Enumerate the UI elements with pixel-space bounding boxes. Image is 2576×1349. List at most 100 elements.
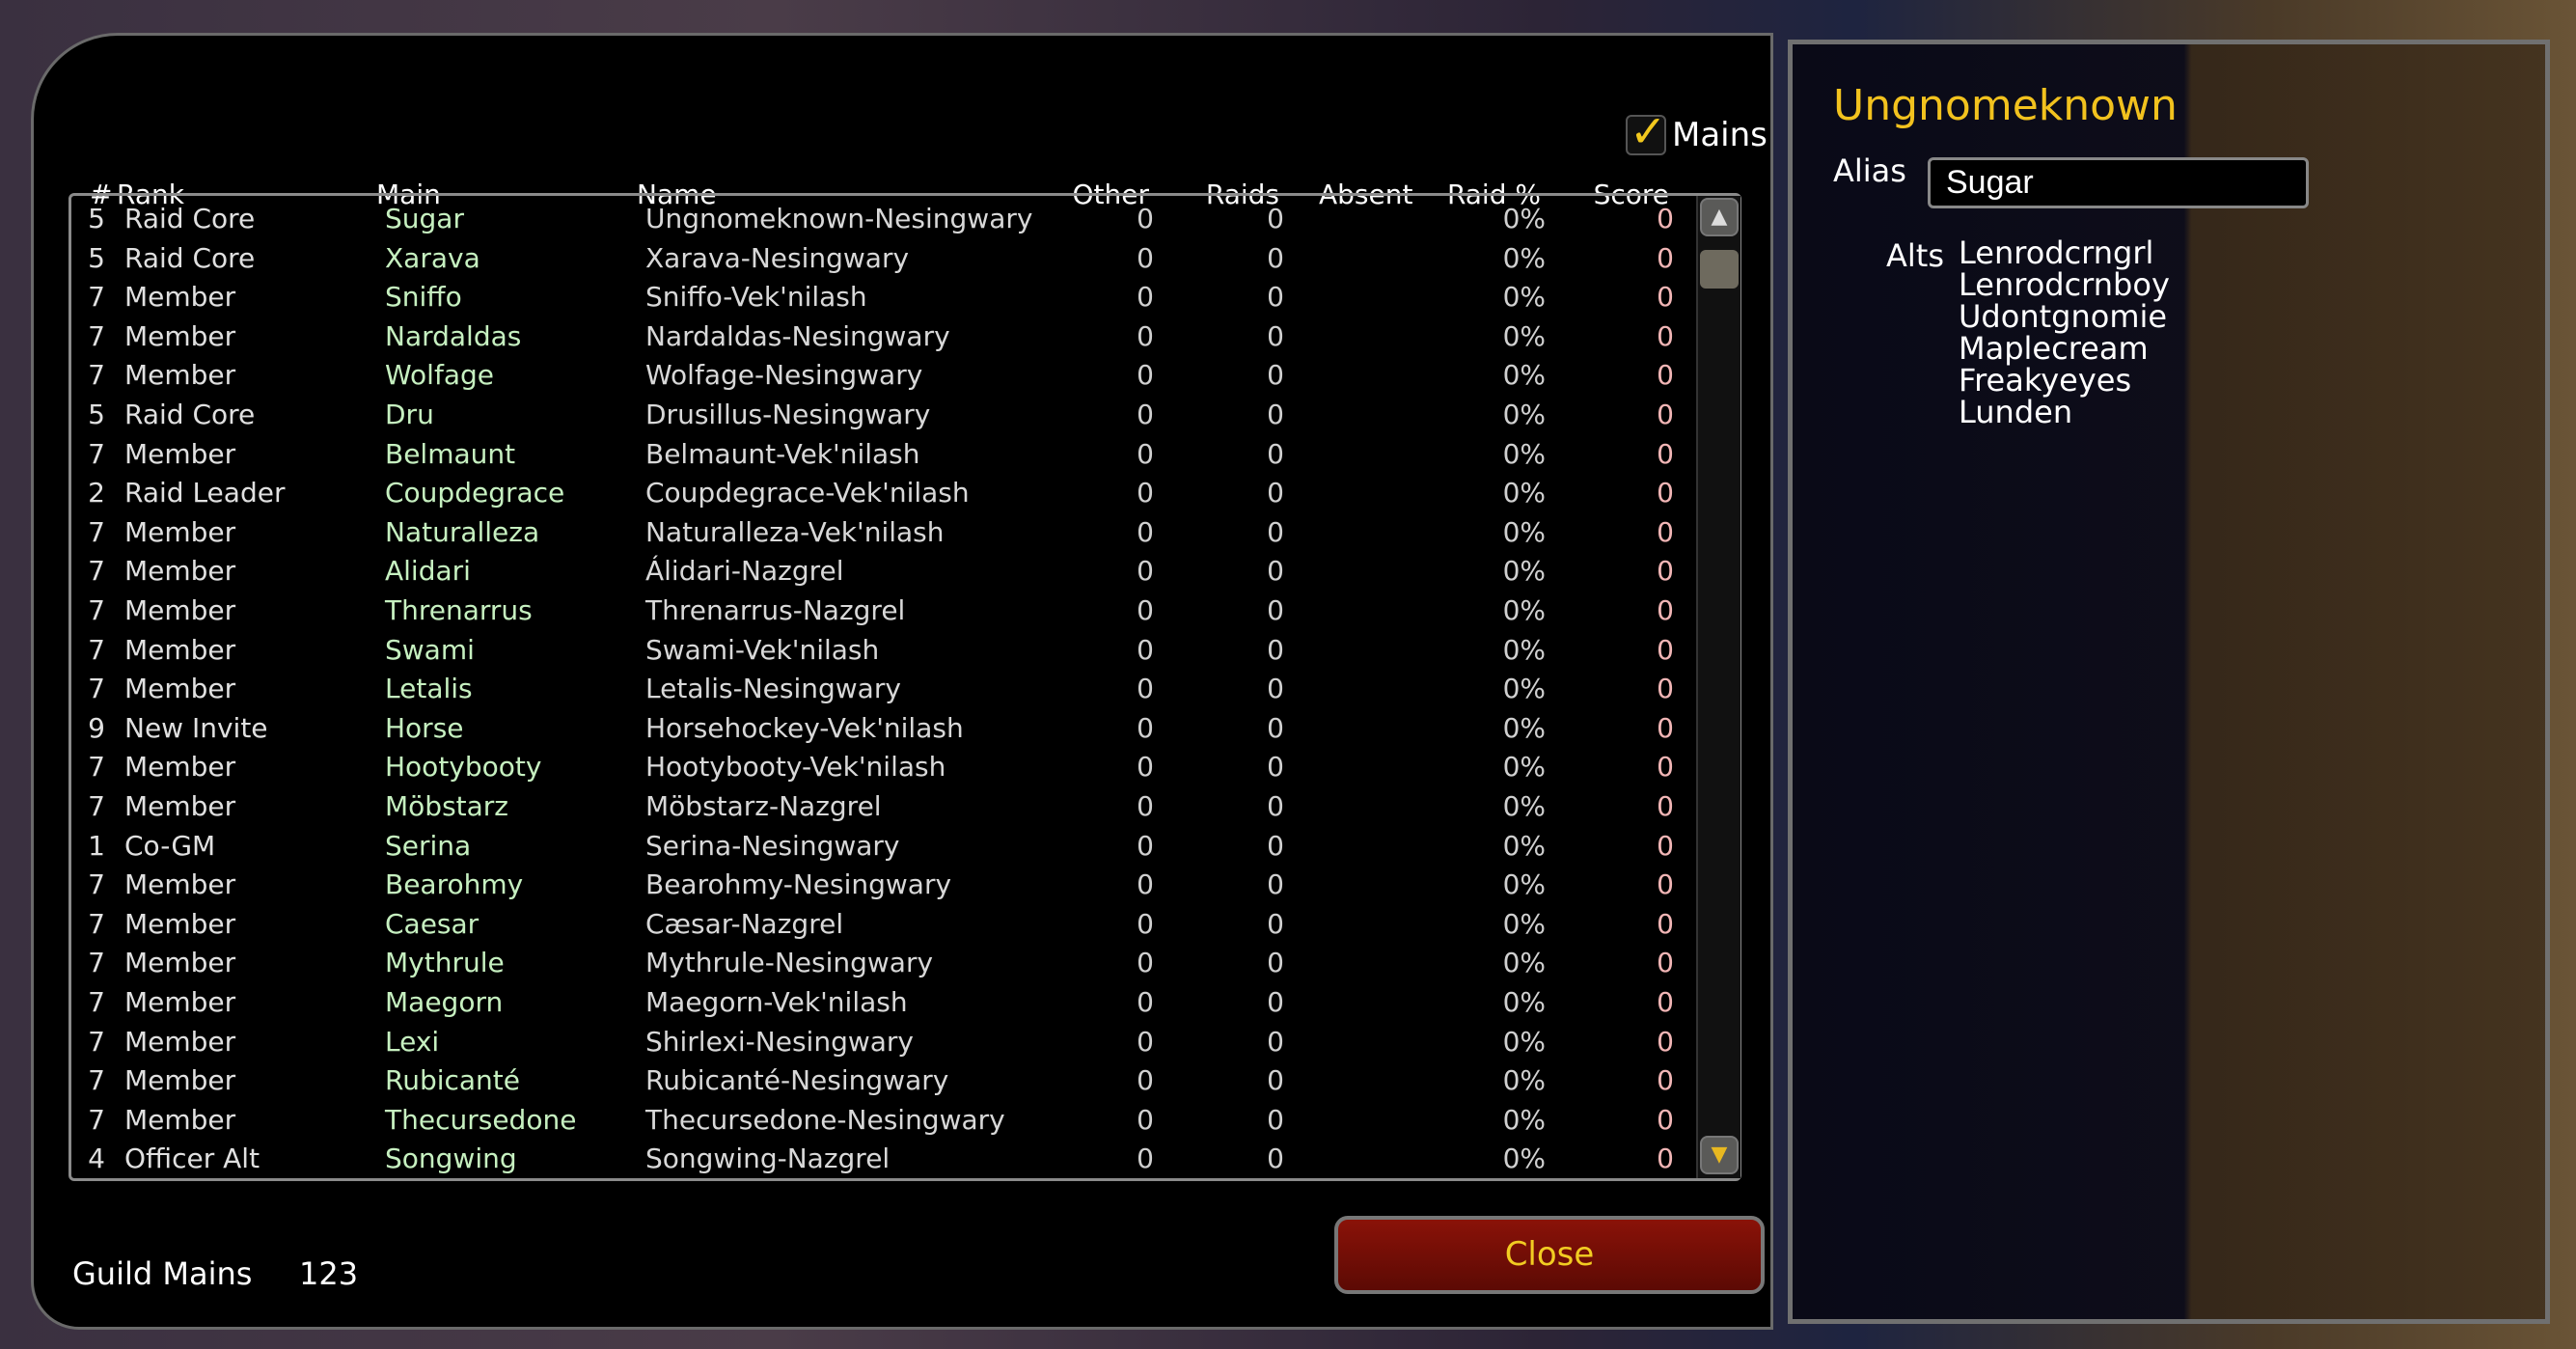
guild-mains-count: 123 <box>299 1255 359 1292</box>
table-row[interactable]: 7 Member Möbstarz Möbstarz-Nazgrel 0 0 0% 0 <box>71 787 1692 826</box>
cell-raid: 0% <box>1502 437 1546 470</box>
cell-score: 0 <box>1657 711 1674 744</box>
table-row[interactable]: 7 Member Thecursedone Thecursedone-Nesingwa… <box>71 1101 1692 1140</box>
table-row[interactable]: 4 Officer Alt Songwing Songwing-Nazgrel 0 0 0%… <box>71 1140 1692 1178</box>
table-row[interactable]: 7 Member Belmaunt Belmaunt-Vek'nilash 0 0 0% 0 <box>71 435 1692 474</box>
cell-name: Wolfage-Nesingwary <box>645 359 923 392</box>
scroll-down-button[interactable]: ▼ <box>1700 1136 1739 1174</box>
cell-other: 0 <box>1137 399 1154 430</box>
cell-raids: 0 <box>1267 751 1284 784</box>
table-row[interactable]: 5 Raid Core Xarava Xarava-Nesingwary 0 0 0% 0 <box>71 239 1692 278</box>
table-row[interactable]: 9 New Invite Horse Horsehockey-Vek'nilash 0 0… <box>71 709 1692 748</box>
cell-rank-index: 7 <box>88 594 105 626</box>
cell-rank-index: 7 <box>88 673 105 705</box>
cell-name: Maegorn-Vek'nilash <box>645 986 908 1018</box>
cell-rank-index: 2 <box>88 477 105 509</box>
table-row[interactable]: 7 Member Hootybooty Hootybooty-Vek'nilash 0 0… <box>71 748 1692 786</box>
cell-rank: Member <box>124 281 236 314</box>
cell-rank: Member <box>124 1103 236 1136</box>
cell-score: 0 <box>1657 633 1674 666</box>
guild-mains-label: Guild Mains <box>72 1255 253 1292</box>
cell-rank: Member <box>124 319 236 352</box>
cell-other: 0 <box>1137 1143 1154 1175</box>
table-row[interactable]: 5 Raid Core Dru Drusillus-Nesingwary 0 0 0% 0 <box>71 396 1692 434</box>
cell-name: Xarava-Nesingwary <box>645 241 910 274</box>
cell-main: Wolfage <box>385 359 494 392</box>
cell-rank-index: 7 <box>88 1103 105 1136</box>
cell-rank-index: 7 <box>88 359 105 392</box>
table-row[interactable]: 7 Member Wolfage Wolfage-Nesingwary 0 0 0% 0 <box>71 356 1692 395</box>
alias-input[interactable] <box>1928 157 2309 208</box>
table-row[interactable]: 7 Member Bearohmy Bearohmy-Nesingwary 0 0 0% 0 <box>71 866 1692 904</box>
table-row[interactable]: 7 Member Naturalleza Naturalleza-Vek'nilash… <box>71 513 1692 552</box>
alias-label: Alias <box>1833 152 1906 189</box>
cell-rank-index: 7 <box>88 555 105 588</box>
table-row[interactable]: 7 Member Maegorn Maegorn-Vek'nilash 0 0 0% 0 <box>71 983 1692 1022</box>
table-row[interactable]: 7 Member Caesar Cæsar-Nazgrel 0 0 0% 0 <box>71 905 1692 944</box>
cell-rank: Raid Core <box>124 399 256 430</box>
table-row[interactable]: 2 Raid Leader Coupdegrace Coupdegrace-Vek'n… <box>71 474 1692 512</box>
cell-rank: Member <box>124 437 236 470</box>
scroll-down-arrow-icon: ▼ <box>1711 1143 1728 1167</box>
checkbox-box[interactable]: ✓ <box>1626 105 1667 157</box>
mains-checkbox[interactable]: ✓ Mains <box>1626 105 1768 157</box>
cell-raids: 0 <box>1267 673 1284 705</box>
cell-other: 0 <box>1137 947 1154 979</box>
cell-rank: New Invite <box>124 711 268 744</box>
cell-raid: 0% <box>1502 241 1546 274</box>
cell-raid: 0% <box>1502 947 1546 979</box>
table-row[interactable]: 7 Member Alidari Álidari-Nazgrel 0 0 0% 0 <box>71 552 1692 591</box>
cell-main: Maegorn <box>385 986 504 1018</box>
cell-score: 0 <box>1657 790 1674 822</box>
alts-label: Alts <box>1886 237 1944 274</box>
cell-raid: 0% <box>1502 594 1546 626</box>
cell-main: Coupdegrace <box>385 477 565 509</box>
table-row[interactable]: 7 Member Swami Swami-Vek'nilash 0 0 0% 0 <box>71 631 1692 670</box>
cell-raid: 0% <box>1502 868 1546 901</box>
scrollbar[interactable]: ▲ ▼ <box>1696 196 1740 1178</box>
cell-raids: 0 <box>1267 203 1284 234</box>
cell-rank: Member <box>124 594 236 626</box>
cell-rank: Member <box>124 868 236 901</box>
cell-score: 0 <box>1657 241 1674 274</box>
cell-raid: 0% <box>1502 986 1546 1018</box>
cell-main: Möbstarz <box>385 790 508 822</box>
cell-raids: 0 <box>1267 947 1284 979</box>
table-row[interactable]: 7 Member Letalis Letalis-Nesingwary 0 0 0% 0 <box>71 670 1692 708</box>
cell-other: 0 <box>1137 790 1154 822</box>
cell-main: Belmaunt <box>385 437 516 470</box>
cell-score: 0 <box>1657 281 1674 314</box>
scroll-thumb[interactable] <box>1700 250 1739 289</box>
cell-score: 0 <box>1657 203 1674 234</box>
cell-rank: Member <box>124 1025 236 1058</box>
table-row[interactable]: 7 Member Lexi Shirlexi-Nesingwary 0 0 0% 0 <box>71 1023 1692 1061</box>
cell-raids: 0 <box>1267 868 1284 901</box>
table-row[interactable]: 5 Raid Core Sugar Ungnomeknown-Nesingwary 0 0… <box>71 200 1692 238</box>
table-row[interactable]: 1 Co-GM Serina Serina-Nesingwary 0 0 0% 0 <box>71 827 1692 866</box>
cell-rank: Member <box>124 359 236 392</box>
cell-main: Nardaldas <box>385 319 522 352</box>
cell-name: Cæsar-Nazgrel <box>645 907 844 940</box>
cell-raid: 0% <box>1502 515 1546 548</box>
table-row[interactable]: 7 Member Mythrule Mythrule-Nesingwary 0 0 0% 0 <box>71 944 1692 982</box>
cell-other: 0 <box>1137 281 1154 314</box>
scroll-up-button[interactable]: ▲ <box>1700 198 1739 236</box>
cell-rank: Raid Leader <box>124 477 286 509</box>
cell-name: Sniffo-Vek'nilash <box>645 281 867 314</box>
table-row[interactable]: 7 Member Sniffo Sniffo-Vek'nilash 0 0 0% 0 <box>71 278 1692 317</box>
cell-other: 0 <box>1137 555 1154 588</box>
cell-other: 0 <box>1137 319 1154 352</box>
cell-raids: 0 <box>1267 359 1284 392</box>
close-button[interactable]: Close <box>1334 1216 1765 1294</box>
cell-raid: 0% <box>1502 555 1546 588</box>
table-row[interactable]: 7 Member Rubicanté Rubicanté-Nesingwary 0 0 0%… <box>71 1061 1692 1100</box>
cell-rank: Member <box>124 790 236 822</box>
cell-name: Threnarrus-Nazgrel <box>645 594 906 626</box>
table-row[interactable]: 7 Member Threnarrus Threnarrus-Nazgrel 0 0 0% 0 <box>71 592 1692 630</box>
cell-rank-index: 5 <box>88 241 105 274</box>
table-row[interactable]: 7 Member Nardaldas Nardaldas-Nesingwary 0 0 0%… <box>71 317 1692 356</box>
cell-rank-index: 7 <box>88 1064 105 1097</box>
alt-name: Lenrodcrnboy <box>1959 266 2170 303</box>
cell-raids: 0 <box>1267 1025 1284 1058</box>
cell-main: Swami <box>385 633 475 666</box>
